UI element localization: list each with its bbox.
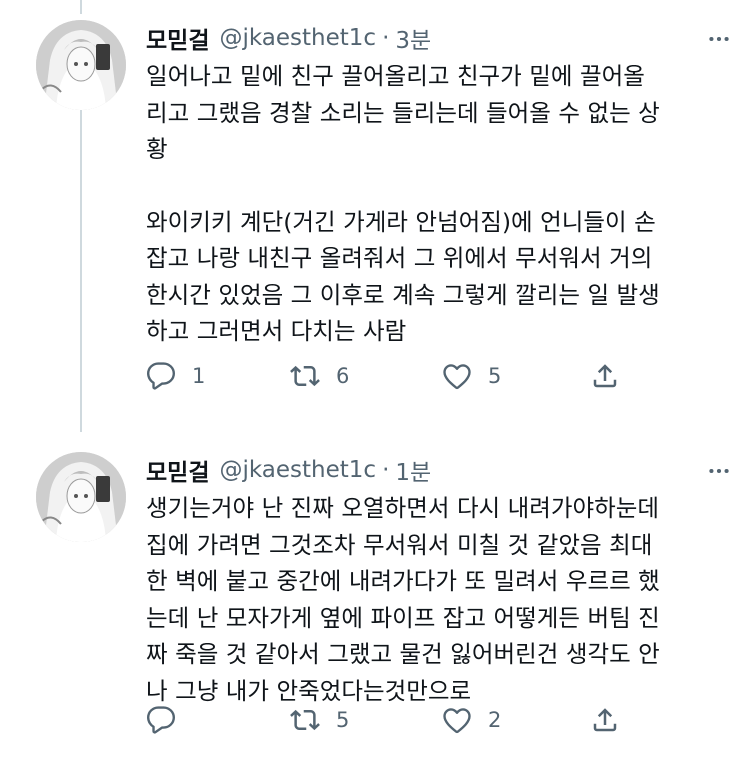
timestamp[interactable]: 3분 [395,21,431,55]
avatar[interactable] [36,452,126,542]
reply-count: 1 [192,364,206,388]
reply-icon [147,706,175,734]
separator-dot: · [382,25,390,51]
separator-dot: · [382,457,390,483]
author-name[interactable]: 모믿걸 [146,453,209,487]
share-icon [593,708,617,732]
more-options-button[interactable] [702,454,736,488]
more-options-button[interactable] [702,22,736,56]
action-bar: 5 2 [146,700,626,740]
heart-icon [443,708,471,734]
tweet-paragraph: 생기는거야 난 진짜 오열하면서 다시 내려가야하눈데 집에 가려면 그것조차 … [146,494,660,705]
reply-icon [147,362,175,390]
share-icon [593,364,617,388]
tweet-header: 모믿걸 @jkaesthet1c · 1분 [146,452,431,488]
like-button[interactable]: 2 [442,700,501,740]
author-handle[interactable]: @jkaesthet1c [219,457,376,483]
heart-icon [443,364,471,390]
more-icon [709,36,729,42]
tweet-text: 일어나고 밑에 친구 끌어올리고 친구가 밑에 끌어올 리고 그랬음 경찰 소리… [146,58,730,350]
tweet[interactable]: 모믿걸 @jkaesthet1c · 1분 생기는거야 난 진짜 오열하면서 다… [0,432,750,759]
retweet-count: 6 [336,364,350,388]
tweet[interactable]: 모믿걸 @jkaesthet1c · 3분 일어나고 밑에 친구 끌어올리고 친… [0,0,750,432]
timestamp[interactable]: 1분 [395,453,431,487]
like-count: 2 [488,708,502,732]
retweet-button[interactable]: 6 [290,356,349,396]
like-count: 5 [488,364,502,388]
author-name[interactable]: 모믿걸 [146,21,209,55]
retweet-icon [290,365,320,387]
tweet-header: 모믿걸 @jkaesthet1c · 3분 [146,20,431,56]
tweet-text: 생기는거야 난 진짜 오열하면서 다시 내려가야하눈데 집에 가려면 그것조차 … [146,490,730,709]
thread-connector-line [80,92,82,432]
share-button[interactable] [590,700,620,740]
retweet-count: 5 [336,708,350,732]
like-button[interactable]: 5 [442,356,501,396]
retweet-icon [290,709,320,731]
retweet-button[interactable]: 5 [290,700,349,740]
reply-button[interactable] [146,700,192,740]
tweet-paragraph: 와이키키 계단(거긴 가게라 안넘어짐)에 언니들이 손 잡고 나랑 내친구 올… [146,207,660,346]
avatar[interactable] [36,20,126,110]
reply-button[interactable]: 1 [146,356,205,396]
author-handle[interactable]: @jkaesthet1c [219,25,376,51]
more-icon [709,468,729,474]
tweet-paragraph: 일어나고 밑에 친구 끌어올리고 친구가 밑에 끌어올 리고 그랬음 경찰 소리… [146,62,660,163]
action-bar: 1 6 5 [146,356,626,396]
share-button[interactable] [590,356,620,396]
